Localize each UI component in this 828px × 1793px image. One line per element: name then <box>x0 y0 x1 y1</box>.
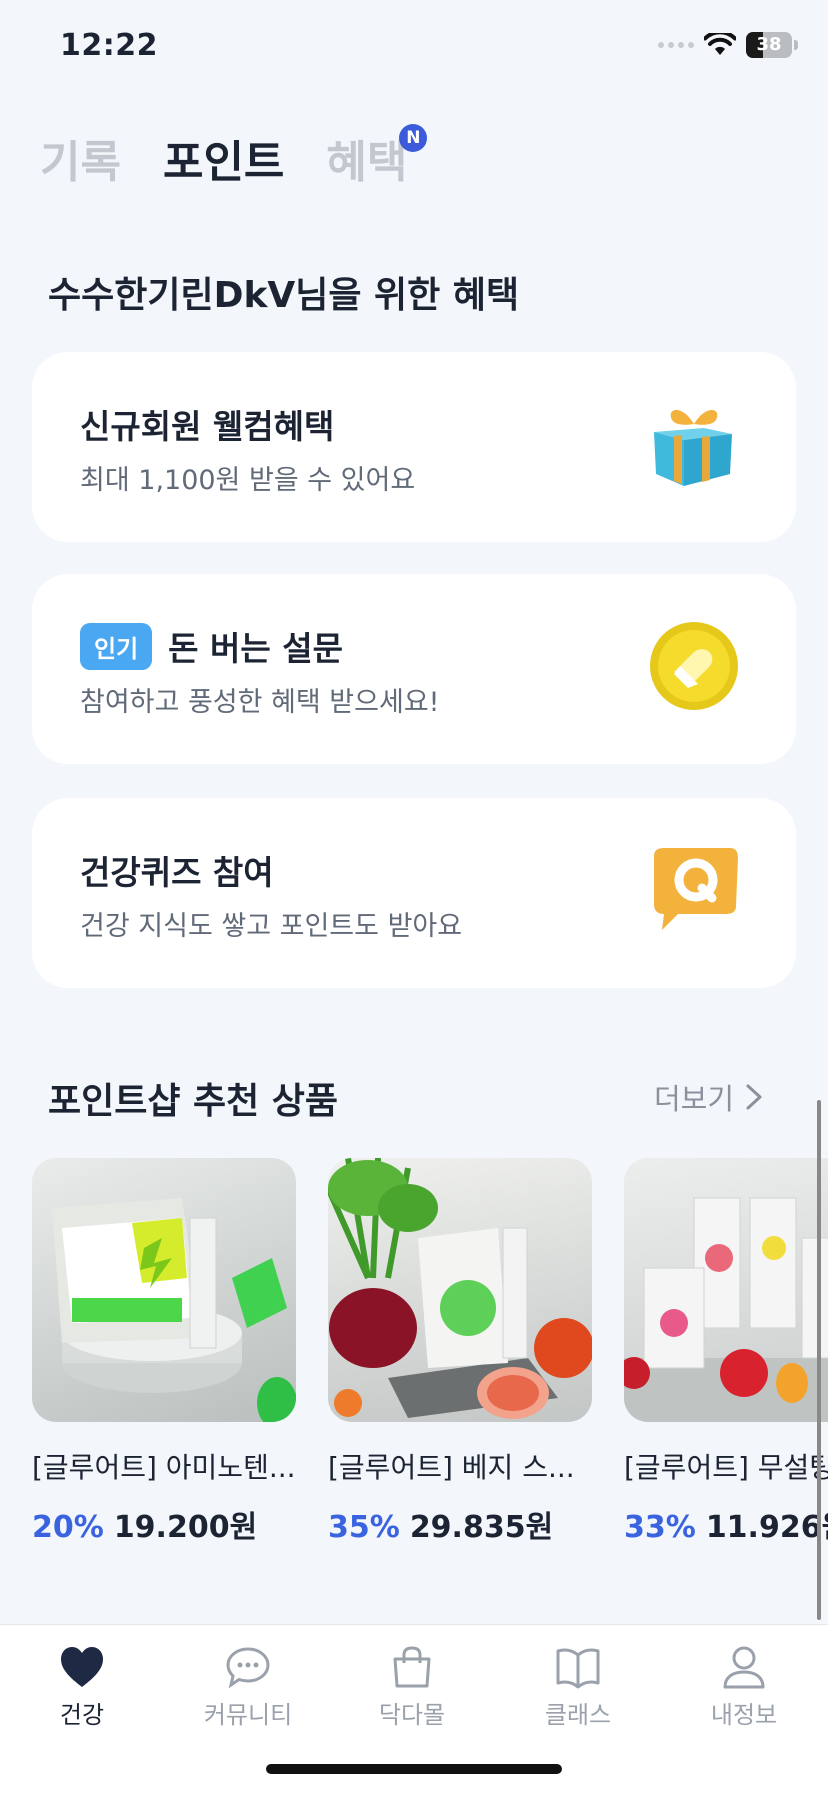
person-icon <box>723 1646 765 1689</box>
product-image <box>328 1158 592 1422</box>
card-title-row: 인기 돈 버는 설문 <box>80 622 343 670</box>
product-price-row: 33% 11.926원 <box>624 1502 828 1546</box>
product-name: [글루어트] 아미노텐... <box>32 1451 296 1484</box>
tab-record[interactable]: 기록 <box>40 126 121 190</box>
card-subtitle: 건강 지식도 쌓고 포인트도 받아요 <box>80 911 463 942</box>
card-subtitle: 참여하고 풍성한 혜택 받으세요! <box>80 687 440 718</box>
battery-icon: 38 <box>746 32 792 58</box>
nav-item-my-info[interactable]: 내정보 <box>684 1645 804 1730</box>
card-subtitle: 최대 1,100원 받을 수 있어요 <box>80 465 416 496</box>
gift-box-icon <box>654 410 732 486</box>
nav-label: 클래스 <box>544 1701 612 1729</box>
discount-rate: 33% <box>624 1510 696 1545</box>
shop-title: 포인트샵 추천 상품 <box>48 1081 339 1122</box>
discount-rate: 35% <box>328 1510 400 1545</box>
product-name: [글루어트] 베지 스... <box>328 1451 575 1484</box>
shopping-bag-icon <box>393 1646 431 1688</box>
card-title: 돈 버는 설문 <box>168 629 343 668</box>
tab-benefits-label: 혜택 <box>326 137 408 188</box>
welcome-benefit-card[interactable]: 신규회원 웰컴혜택 최대 1,100원 받을 수 있어요 <box>32 352 796 542</box>
tab-benefits[interactable]: 혜택 N <box>326 124 428 190</box>
quiz-bubble-icon <box>654 848 738 930</box>
tab-points[interactable]: 포인트 <box>163 126 284 190</box>
battery-percent: 38 <box>756 34 782 55</box>
scrollbar[interactable] <box>817 1100 821 1620</box>
chat-bubble-icon <box>226 1647 270 1689</box>
product-image <box>624 1158 828 1422</box>
home-indicator <box>266 1764 562 1774</box>
nav-item-mall[interactable]: 닥다몰 <box>352 1645 472 1730</box>
product-name: [글루어트] 무설탕 <box>624 1451 828 1484</box>
top-tabs: 기록 포인트 혜택 N <box>40 124 428 190</box>
nav-label: 내정보 <box>710 1701 778 1729</box>
product-card[interactable]: [글루어트] 무설탕 33% 11.926원 <box>624 1158 828 1546</box>
new-badge: N <box>399 124 428 152</box>
nav-label: 닥다몰 <box>378 1701 446 1729</box>
more-link[interactable]: 더보기 <box>654 1076 764 1118</box>
card-title: 건강퀴즈 참여 <box>80 853 274 892</box>
product-price-row: 20% 19.200원 <box>32 1502 296 1546</box>
open-book-icon <box>556 1648 600 1689</box>
product-price-row: 35% 29.835원 <box>328 1502 592 1546</box>
nav-label: 커뮤니티 <box>203 1701 293 1729</box>
benefits-title: 수수한기린DkV님을 위한 혜택 <box>48 275 520 316</box>
nav-item-community[interactable]: 커뮤니티 <box>188 1645 308 1730</box>
card-title: 신규회원 웰컴혜택 <box>80 407 335 446</box>
status-time: 12:22 <box>60 28 158 63</box>
status-icons: 38 <box>658 32 798 58</box>
product-price: 29.835원 <box>409 1510 554 1545</box>
nav-item-class[interactable]: 클래스 <box>518 1645 638 1730</box>
product-card[interactable]: [글루어트] 아미노텐... 20% 19.200원 <box>32 1158 296 1546</box>
discount-rate: 20% <box>32 1510 104 1545</box>
wifi-icon <box>704 33 736 55</box>
popular-pill: 인기 <box>80 622 153 670</box>
survey-card[interactable]: 인기 돈 버는 설문 참여하고 풍성한 혜택 받으세요! <box>32 574 796 764</box>
heart-icon <box>61 1647 103 1687</box>
more-label: 더보기 <box>653 1082 734 1116</box>
cellular-signal-icon <box>658 42 694 48</box>
product-image <box>32 1158 296 1422</box>
product-price: 19.200원 <box>113 1510 258 1545</box>
chevron-right-icon <box>746 1084 762 1110</box>
nav-item-health[interactable]: 건강 <box>22 1645 142 1730</box>
gold-coin-icon <box>650 622 738 710</box>
product-price: 11.926원 <box>705 1510 828 1545</box>
nav-label: 건강 <box>59 1701 105 1729</box>
product-card[interactable]: [글루어트] 베지 스... 35% 29.835원 <box>328 1158 592 1546</box>
health-quiz-card[interactable]: 건강퀴즈 참여 건강 지식도 쌓고 포인트도 받아요 <box>32 798 796 988</box>
